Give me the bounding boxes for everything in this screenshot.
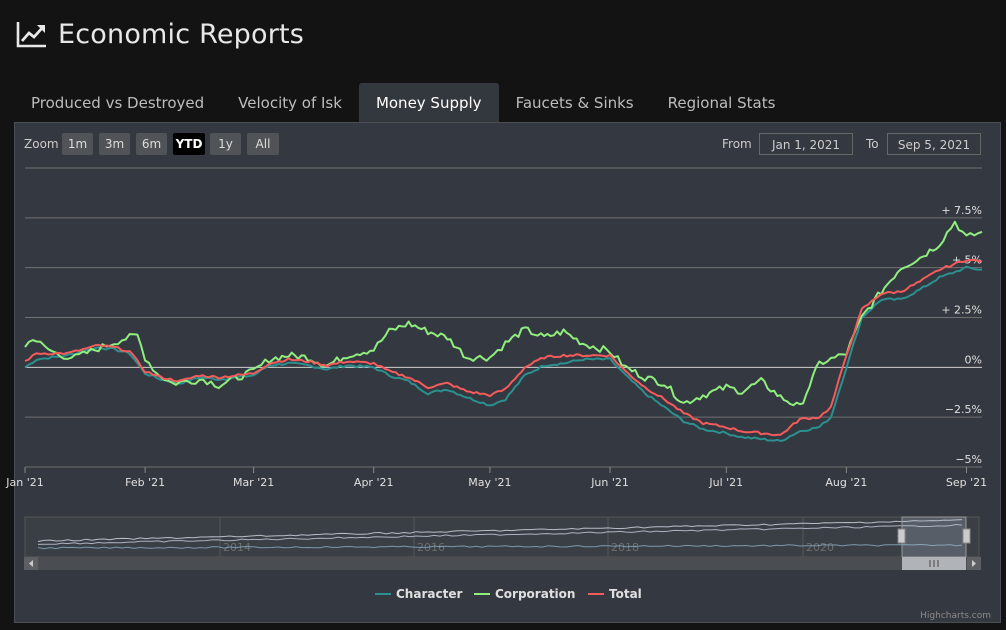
navigator-handle-right[interactable] <box>962 528 971 544</box>
x-tick-label: Jun '21 <box>590 476 629 489</box>
x-tick-label: Apr '21 <box>354 476 394 489</box>
y-tick-label: −5% <box>955 453 982 466</box>
legend-item-corporation: Corporation <box>495 587 575 601</box>
scrollbar-track[interactable] <box>24 557 981 570</box>
y-tick-label: + 2.5% <box>941 304 982 317</box>
x-tick-label: Jan '21 <box>5 476 43 489</box>
x-tick-label: Aug '21 <box>825 476 867 489</box>
navigator-selection[interactable] <box>901 516 967 558</box>
x-tick-label: May '21 <box>468 476 511 489</box>
y-tick-label: −2.5% <box>945 403 982 416</box>
highcharts-credit[interactable]: Highcharts.com <box>920 611 991 621</box>
x-tick-label: Mar '21 <box>233 476 274 489</box>
legend-item-character: Character <box>396 587 462 601</box>
y-tick-label: 0% <box>965 353 982 366</box>
legend-item-total: Total <box>609 587 642 601</box>
navigator-handle-left[interactable] <box>897 528 906 544</box>
y-tick-label: + 7.5% <box>941 204 982 217</box>
navigator-tick-label: 2018 <box>611 541 639 554</box>
money-supply-chart[interactable]: −5%−2.5%0%+ 2.5%+ 5%+ 7.5%Jan '21 Feb '21… <box>0 0 1006 630</box>
x-tick-label: Jul '21 <box>708 476 743 489</box>
x-tick-label: Sep '21 <box>946 476 987 489</box>
navigator-tick-label: 2020 <box>806 541 834 554</box>
x-tick-label: Feb '21 <box>125 476 165 489</box>
